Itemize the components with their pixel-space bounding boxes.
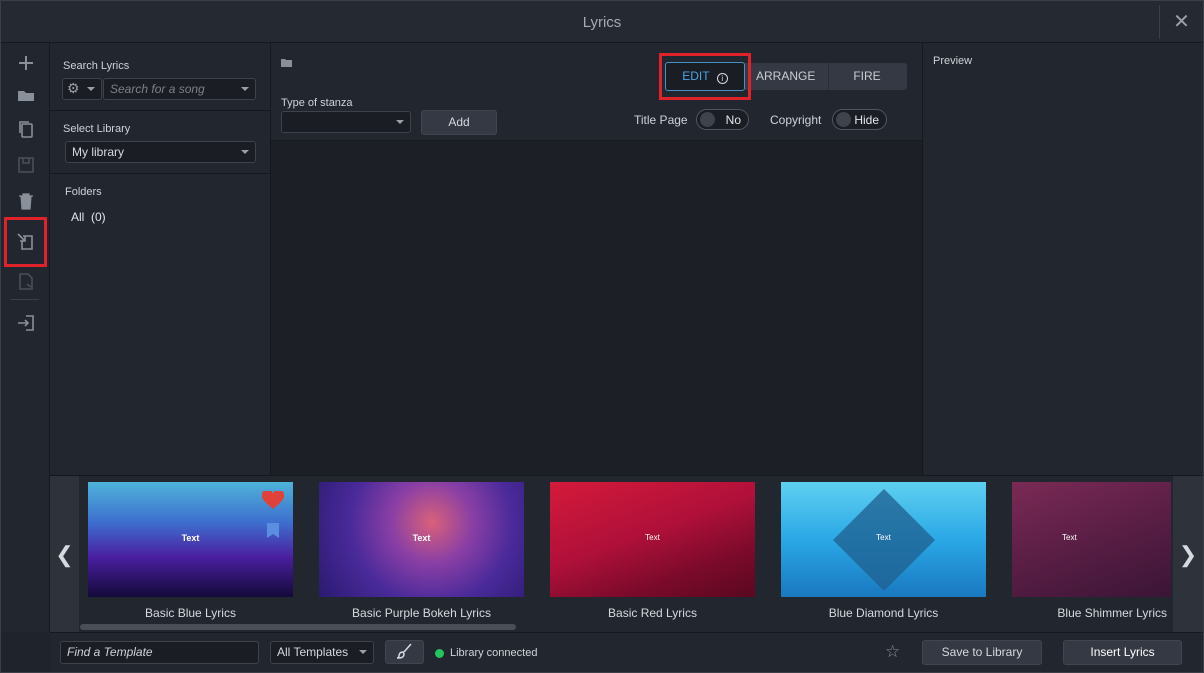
- stanza-type-select[interactable]: [281, 111, 411, 133]
- connection-status: Library connected: [450, 647, 538, 659]
- folder-icon: [281, 59, 292, 67]
- template-name: Basic Red Lyrics: [608, 606, 697, 620]
- folder-count: (0): [91, 210, 106, 224]
- brush-icon: [396, 643, 412, 659]
- template-thumbnail[interactable]: Text: [319, 482, 524, 597]
- heart-icon[interactable]: [262, 491, 284, 510]
- template-name: Basic Purple Bokeh Lyrics: [352, 606, 491, 620]
- copyright-toggle[interactable]: Hide: [832, 109, 887, 130]
- export-icon[interactable]: [10, 267, 42, 295]
- info-icon: i: [716, 73, 728, 84]
- add-stanza-button[interactable]: Add: [421, 110, 497, 135]
- toolbar-divider: [11, 299, 39, 300]
- chevron-down-icon: [87, 87, 95, 91]
- footer-bar: Find a Template All Templates Library co…: [50, 632, 1203, 672]
- gear-icon: ⚙: [67, 80, 80, 96]
- insert-lyrics-button[interactable]: Insert Lyrics: [1063, 640, 1182, 665]
- tab-edit-label: EDIT: [682, 69, 710, 83]
- next-arrow-icon[interactable]: ❯: [1173, 476, 1203, 633]
- template-name: Blue Diamond Lyrics: [828, 606, 939, 620]
- find-template-input[interactable]: Find a Template: [60, 641, 259, 664]
- search-lyrics-label: Search Lyrics: [63, 60, 130, 72]
- chevron-down-icon: [241, 150, 249, 154]
- brush-button[interactable]: [385, 640, 424, 664]
- template-preview-text: Text: [412, 533, 431, 543]
- folder-name: All: [71, 210, 85, 224]
- lyrics-window: Lyrics ✕ Search Lyrics ⚙ Search for a so…: [0, 0, 1204, 673]
- template-thumbnail[interactable]: Text: [88, 482, 293, 597]
- close-icon[interactable]: ✕: [1159, 5, 1203, 39]
- folders-label: Folders: [65, 186, 102, 198]
- editor-toolbar: Type of stanza Add ARRANGE FIRE EDIT i T…: [271, 43, 922, 141]
- template-thumbnail[interactable]: Text: [781, 482, 986, 597]
- template-preview-text: Text: [645, 533, 660, 542]
- template-filter-value: All Templates: [277, 645, 349, 659]
- template-filter-select[interactable]: All Templates: [270, 641, 374, 664]
- template-thumbnail[interactable]: Text: [550, 482, 755, 597]
- chevron-down-icon: [359, 650, 367, 654]
- bookmark-icon[interactable]: [267, 523, 279, 538]
- tab-arrange[interactable]: ARRANGE: [743, 63, 830, 90]
- chevron-down-icon: [241, 87, 249, 91]
- connection-status-dot: [435, 649, 444, 658]
- preview-label: Preview: [933, 55, 973, 67]
- template-preview-text: Text: [181, 533, 200, 543]
- title-bar: Lyrics ✕: [1, 1, 1203, 43]
- mode-tabs: ARRANGE FIRE: [743, 63, 907, 90]
- folder-icon[interactable]: [10, 81, 42, 109]
- trash-icon[interactable]: [10, 187, 42, 215]
- template-scrollbar[interactable]: [80, 624, 516, 630]
- divider: [50, 110, 270, 111]
- tab-edit[interactable]: EDIT i: [665, 62, 745, 91]
- title-page-toggle[interactable]: No: [696, 109, 749, 130]
- window-title: Lyrics: [582, 14, 622, 31]
- previous-arrow-icon[interactable]: ❮: [50, 476, 79, 633]
- plus-icon[interactable]: [10, 49, 42, 77]
- library-select-value: My library: [72, 145, 125, 159]
- copyright-label: Copyright: [770, 113, 822, 127]
- template-strip: ❮ Text Basic Blue Lyrics Text Basic Purp…: [50, 475, 1203, 633]
- lyrics-editor: Type of stanza Add ARRANGE FIRE EDIT i T…: [271, 43, 922, 475]
- preview-panel: Preview: [922, 43, 1203, 475]
- search-input[interactable]: Search for a song: [103, 78, 256, 100]
- template-name: Basic Blue Lyrics: [145, 606, 236, 620]
- title-page-value: No: [725, 113, 741, 127]
- copy-icon[interactable]: [10, 115, 42, 143]
- save-to-library-button[interactable]: Save to Library: [922, 640, 1042, 665]
- stanza-type-label: Type of stanza: [281, 97, 353, 109]
- copyright-value: Hide: [854, 113, 879, 127]
- template-preview-text: Text: [1062, 533, 1077, 542]
- save-icon[interactable]: [10, 151, 42, 179]
- toggle-knob: [836, 112, 851, 127]
- sign-in-icon[interactable]: [10, 309, 42, 337]
- edit-tab-highlight: EDIT i: [659, 53, 751, 100]
- library-panel: Search Lyrics ⚙ Search for a song Select…: [50, 43, 271, 475]
- template-name: Blue Shimmer Lyrics: [1057, 606, 1167, 620]
- template-preview-text: Text: [876, 533, 891, 542]
- side-toolbar: [1, 43, 50, 632]
- import-lyrics-icon[interactable]: [4, 217, 47, 267]
- toggle-knob: [700, 112, 715, 127]
- tab-fire[interactable]: FIRE: [829, 63, 904, 90]
- chevron-down-icon: [396, 120, 404, 124]
- search-options-dropdown[interactable]: ⚙: [62, 78, 102, 100]
- template-thumbnail[interactable]: Text: [1012, 482, 1171, 597]
- select-library-label: Select Library: [63, 123, 131, 135]
- divider: [50, 173, 270, 174]
- folder-item-all[interactable]: All (0): [71, 210, 106, 224]
- title-page-label: Title Page: [634, 113, 688, 127]
- star-icon[interactable]: ☆: [885, 642, 900, 662]
- library-select[interactable]: My library: [65, 141, 256, 163]
